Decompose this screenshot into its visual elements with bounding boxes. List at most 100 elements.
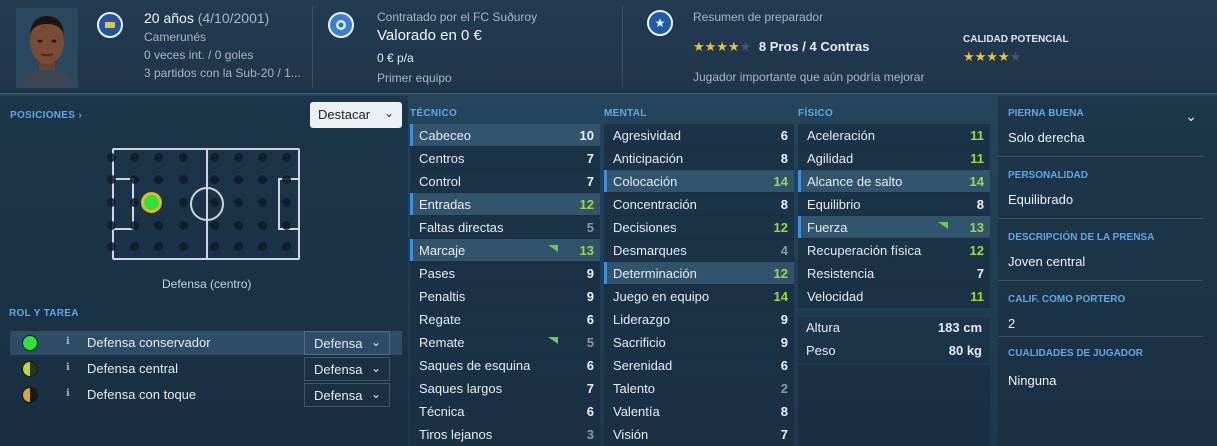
- attribute-row[interactable]: Liderazgo 9: [604, 308, 794, 331]
- position-slot[interactable]: [107, 153, 116, 162]
- attribute-row[interactable]: Regate 6: [410, 308, 600, 331]
- role-row[interactable]: ℹ Defensa con toque Defensa ⌄: [10, 383, 402, 407]
- position-slot[interactable]: [154, 242, 163, 251]
- attribute-row[interactable]: Resistencia 7: [798, 262, 990, 285]
- role-row[interactable]: ℹ Defensa central Defensa ⌄: [10, 357, 402, 381]
- position-slot[interactable]: [210, 221, 219, 230]
- attribute-row[interactable]: Valentía 8: [604, 400, 794, 423]
- position-slot[interactable]: [130, 242, 139, 251]
- position-slot[interactable]: [282, 198, 291, 207]
- attribute-row[interactable]: Equilibrio 8: [798, 193, 990, 216]
- attribute-row[interactable]: Control 7: [410, 170, 600, 193]
- position-slot[interactable]: [130, 198, 139, 207]
- contract-club[interactable]: Contratado por el FC Suðuroy: [377, 10, 537, 24]
- attribute-row[interactable]: Colocación 14: [604, 170, 794, 193]
- position-slot[interactable]: [130, 221, 139, 230]
- position-slot[interactable]: [282, 153, 291, 162]
- highlight-select[interactable]: Destacar ⌄: [310, 102, 402, 128]
- attribute-row[interactable]: Pases 9: [410, 262, 600, 285]
- attribute-row[interactable]: Centros 7: [410, 147, 600, 170]
- duty-select[interactable]: Defensa ⌄: [304, 357, 390, 381]
- position-slot[interactable]: [179, 153, 188, 162]
- attribute-row[interactable]: Determinación 12: [604, 262, 794, 285]
- nationality-badge-icon[interactable]: [97, 12, 123, 38]
- position-slot[interactable]: [210, 153, 219, 162]
- attribute-row[interactable]: Remate 5: [410, 331, 600, 354]
- info-icon[interactable]: ℹ: [66, 362, 70, 373]
- attribute-row[interactable]: Técnica 6: [410, 400, 600, 423]
- position-slot[interactable]: [154, 175, 163, 184]
- info-icon[interactable]: ℹ: [66, 336, 70, 347]
- attribute-row[interactable]: Faltas directas 5: [410, 216, 600, 239]
- attribute-row[interactable]: Agilidad 11: [798, 147, 990, 170]
- position-slot[interactable]: [107, 198, 116, 207]
- header-divider: [312, 6, 313, 88]
- attribute-row[interactable]: Recuperación física 12: [798, 239, 990, 262]
- attribute-value: 7: [976, 266, 984, 281]
- press-description-label: DESCRIPCIÓN DE LA PRENSA: [1008, 232, 1155, 243]
- attribute-name: Equilibrio: [807, 197, 861, 212]
- position-slot[interactable]: [179, 175, 188, 184]
- chevron-down-icon[interactable]: ⌄: [1185, 108, 1197, 125]
- position-slot[interactable]: [107, 175, 116, 184]
- position-slot[interactable]: [210, 175, 219, 184]
- role-suitability-icon: [22, 335, 38, 351]
- position-slot[interactable]: [258, 221, 267, 230]
- role-row[interactable]: ℹ Defensa conservador Defensa ⌄: [10, 331, 402, 355]
- attribute-row[interactable]: Saques de esquina 6: [410, 354, 600, 377]
- positions-link[interactable]: POSICIONES ›: [10, 110, 82, 121]
- attribute-row[interactable]: Velocidad 11: [798, 285, 990, 308]
- coach-report-title[interactable]: Resumen de preparador: [693, 10, 823, 24]
- duty-select[interactable]: Defensa ⌄: [304, 383, 390, 407]
- info-icon[interactable]: ℹ: [66, 388, 70, 399]
- player-nationality[interactable]: Camerunés: [144, 30, 206, 44]
- attribute-row[interactable]: Serenidad 6: [604, 354, 794, 377]
- position-slot[interactable]: [107, 221, 116, 230]
- position-slot[interactable]: [154, 221, 163, 230]
- attribute-row[interactable]: Cabeceo 10: [410, 124, 600, 147]
- player-value: Valorado en 0 €: [377, 27, 482, 44]
- attribute-row[interactable]: Visión 7: [604, 423, 794, 446]
- position-slot[interactable]: [210, 242, 219, 251]
- attribute-row[interactable]: Desmarques 4: [604, 239, 794, 262]
- attribute-row[interactable]: Agresividad 6: [604, 124, 794, 147]
- position-slot[interactable]: [282, 175, 291, 184]
- attribute-row[interactable]: Talento 2: [604, 377, 794, 400]
- attribute-row[interactable]: Sacrificio 9: [604, 331, 794, 354]
- position-slot[interactable]: [282, 242, 291, 251]
- position-slot[interactable]: [130, 153, 139, 162]
- position-slot[interactable]: [258, 242, 267, 251]
- duty-select[interactable]: Defensa ⌄: [304, 331, 390, 355]
- attribute-value: 14: [969, 174, 984, 189]
- attribute-row[interactable]: Fuerza 13: [798, 216, 990, 239]
- position-slot[interactable]: [179, 198, 188, 207]
- attribute-row[interactable]: Juego en equipo 14: [604, 285, 794, 308]
- attribute-row[interactable]: Marcaje 13: [410, 239, 600, 262]
- position-slot[interactable]: [107, 242, 116, 251]
- position-slot[interactable]: [234, 221, 243, 230]
- attribute-row[interactable]: Entradas 12: [410, 193, 600, 216]
- attribute-row[interactable]: Alcance de salto 14: [798, 170, 990, 193]
- attribute-row[interactable]: Anticipación 8: [604, 147, 794, 170]
- position-slot[interactable]: [282, 221, 291, 230]
- attribute-row[interactable]: Aceleración 11: [798, 124, 990, 147]
- position-slot[interactable]: [258, 153, 267, 162]
- position-slot[interactable]: [258, 198, 267, 207]
- active-position-marker[interactable]: [141, 192, 162, 213]
- position-slot[interactable]: [234, 153, 243, 162]
- attribute-row[interactable]: Decisiones 12: [604, 216, 794, 239]
- position-slot[interactable]: [258, 175, 267, 184]
- position-slot[interactable]: [179, 221, 188, 230]
- position-slot[interactable]: [234, 198, 243, 207]
- attribute-row[interactable]: Tiros lejanos 3: [410, 423, 600, 446]
- club-crest-icon[interactable]: [328, 12, 354, 38]
- attribute-row[interactable]: Penaltis 9: [410, 285, 600, 308]
- position-slot[interactable]: [234, 242, 243, 251]
- position-slot[interactable]: [234, 175, 243, 184]
- position-slot[interactable]: [179, 242, 188, 251]
- position-slot[interactable]: [130, 175, 139, 184]
- position-slot[interactable]: [210, 198, 219, 207]
- position-slot[interactable]: [154, 153, 163, 162]
- attribute-row[interactable]: Concentración 8: [604, 193, 794, 216]
- attribute-row[interactable]: Saques largos 7: [410, 377, 600, 400]
